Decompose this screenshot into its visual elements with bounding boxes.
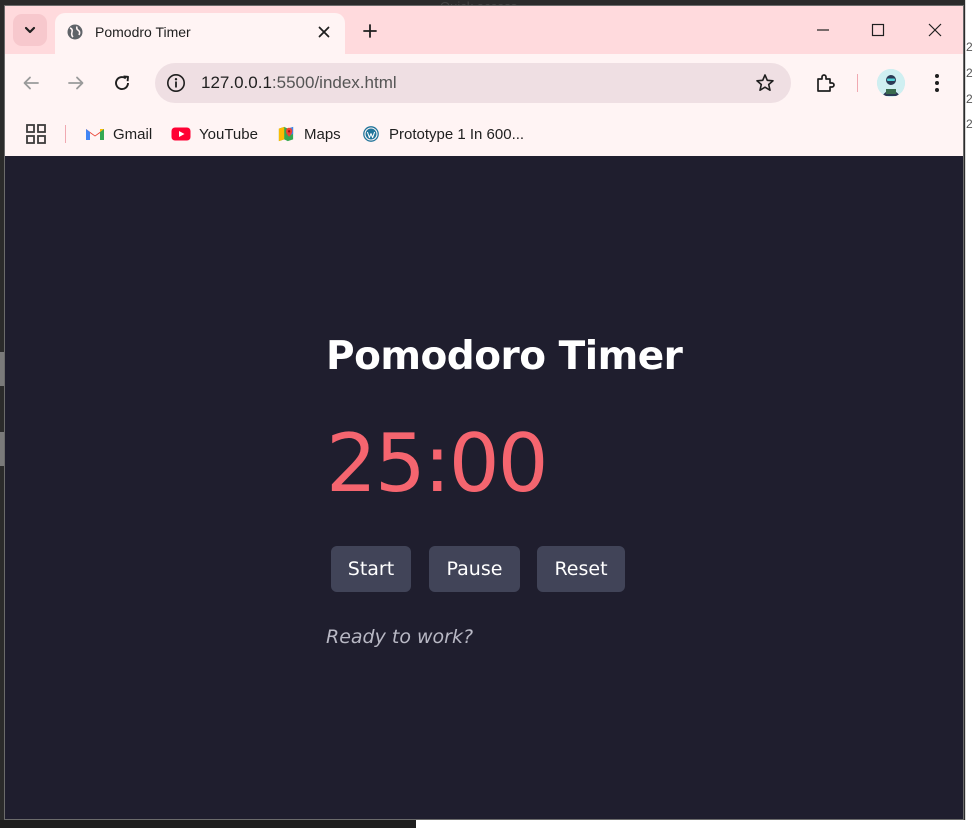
bookmarks-divider xyxy=(65,125,66,143)
status-message: Ready to work? xyxy=(326,626,474,648)
apps-button[interactable] xyxy=(25,123,47,145)
background-number: 2 xyxy=(966,117,973,131)
forward-button[interactable] xyxy=(60,67,92,99)
back-button[interactable] xyxy=(15,67,47,99)
more-vertical-icon xyxy=(935,74,939,92)
page-content: Pomodoro Timer 25:00 Start Pause Reset R… xyxy=(5,156,963,819)
star-icon xyxy=(756,74,774,91)
bookmark-label: Maps xyxy=(304,125,341,143)
bookmark-youtube[interactable]: YouTube xyxy=(171,124,258,144)
maps-icon xyxy=(278,126,294,142)
pause-button[interactable]: Pause xyxy=(429,546,520,592)
apps-grid-icon xyxy=(26,124,46,144)
browser-window: Pomodro Timer 127.0.0.1:5500/index.html … xyxy=(4,5,964,820)
minimize-icon xyxy=(817,29,829,31)
arrow-left-icon xyxy=(23,76,39,90)
tab-pomodro-timer[interactable]: Pomodro Timer xyxy=(55,13,345,54)
globe-icon xyxy=(67,24,83,40)
chevron-down-icon xyxy=(24,26,36,34)
browser-toolbar: 127.0.0.1:5500/index.html xyxy=(5,54,963,112)
tab-close-button[interactable] xyxy=(313,21,335,43)
close-window-button[interactable] xyxy=(912,14,958,46)
reset-button[interactable]: Reset xyxy=(537,546,625,592)
page-title: Pomodoro Timer xyxy=(326,334,683,379)
address-bar[interactable]: 127.0.0.1:5500/index.html xyxy=(155,63,791,103)
browser-menu-button[interactable] xyxy=(921,67,953,99)
bookmarks-bar: Gmail YouTube Maps Prototype 1 In 600... xyxy=(5,112,963,156)
background-number: 2 xyxy=(966,92,973,106)
bookmark-label: Prototype 1 In 600... xyxy=(389,125,525,143)
tab-search-button[interactable] xyxy=(13,14,47,46)
new-tab-button[interactable] xyxy=(357,18,383,44)
tab-strip: Pomodro Timer xyxy=(5,6,963,54)
desktop-background-right: 2 2 2 2 xyxy=(965,0,973,828)
close-icon xyxy=(928,23,942,37)
maximize-button[interactable] xyxy=(855,14,901,46)
reload-icon xyxy=(115,75,129,90)
background-number: 2 xyxy=(966,40,973,54)
bookmark-star-button[interactable] xyxy=(753,71,777,95)
tab-title: Pomodro Timer xyxy=(95,24,191,40)
bookmark-label: Gmail xyxy=(113,125,153,143)
puzzle-icon xyxy=(817,74,835,92)
toolbar-divider xyxy=(857,74,858,92)
maximize-icon xyxy=(871,23,885,37)
extensions-button[interactable] xyxy=(809,67,841,99)
taskbar-peek xyxy=(0,820,416,828)
wordpress-icon xyxy=(363,126,379,142)
reload-button[interactable] xyxy=(106,67,138,99)
profile-avatar[interactable] xyxy=(877,69,905,97)
plus-icon xyxy=(363,24,377,38)
gmail-icon xyxy=(86,129,104,140)
start-button[interactable]: Start xyxy=(331,546,411,592)
info-icon xyxy=(167,74,185,92)
arrow-right-icon xyxy=(68,76,84,90)
background-number: 2 xyxy=(966,66,973,80)
url-host: 127.0.0.1 xyxy=(201,73,272,92)
timer-display: 25:00 xyxy=(326,417,549,510)
youtube-icon xyxy=(171,127,191,141)
url-path: :5500/index.html xyxy=(271,73,397,92)
minimize-button[interactable] xyxy=(800,14,846,46)
url-text: 127.0.0.1:5500/index.html xyxy=(201,73,397,93)
close-icon xyxy=(318,26,330,38)
avatar-icon xyxy=(877,69,905,97)
desktop-background-bottom xyxy=(0,820,973,828)
bookmark-prototype[interactable]: Prototype 1 In 600... xyxy=(361,124,524,144)
site-info-button[interactable] xyxy=(163,70,189,96)
bookmark-gmail[interactable]: Gmail xyxy=(85,124,152,144)
bookmark-maps[interactable]: Maps xyxy=(276,124,341,144)
bookmark-label: YouTube xyxy=(199,125,258,143)
